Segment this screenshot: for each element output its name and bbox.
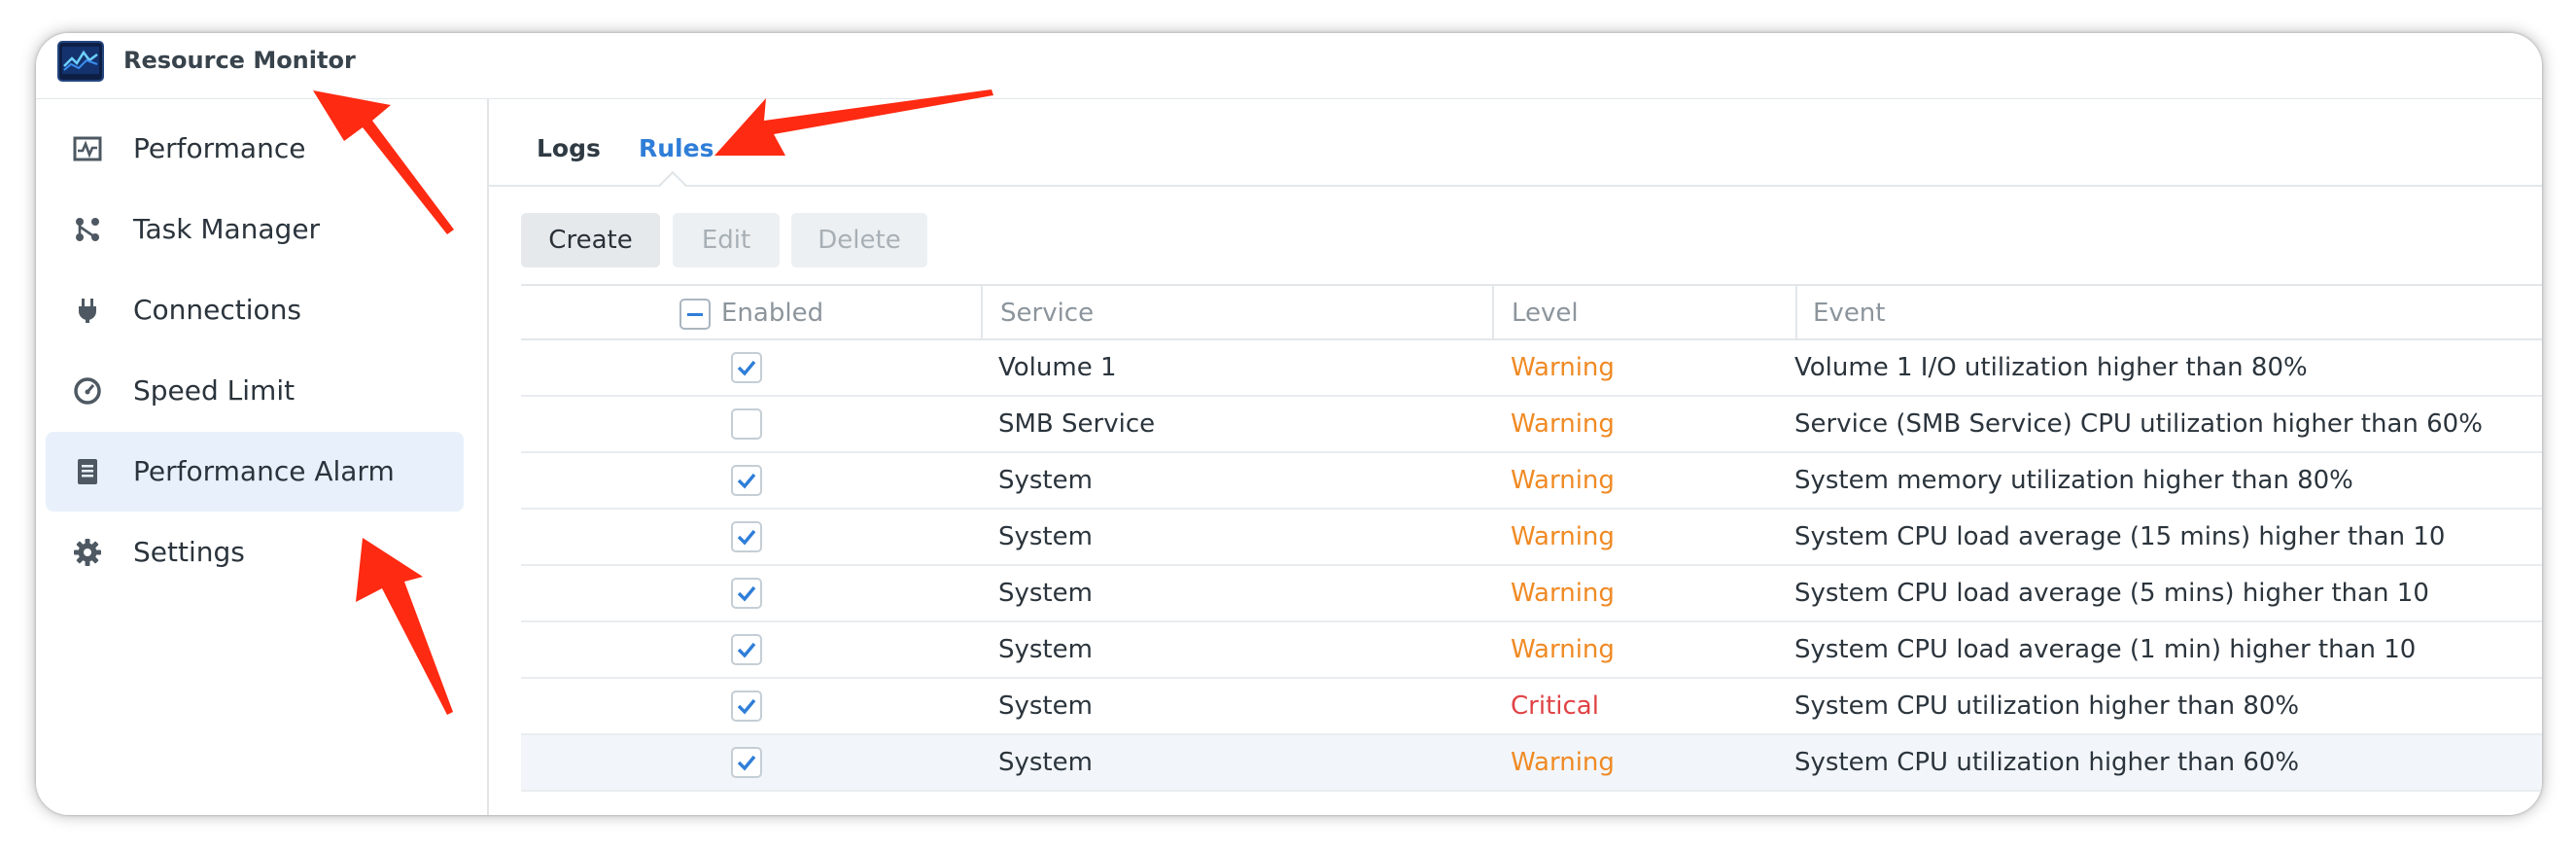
level-cell: Critical: [1511, 691, 1599, 721]
sidebar-item-label: Connections: [133, 294, 302, 326]
sidebar-item-performance-alarm[interactable]: Performance Alarm: [46, 432, 464, 512]
column-header-level[interactable]: Level: [1492, 286, 1795, 340]
level-cell: Warning: [1511, 635, 1615, 664]
level-cell: Warning: [1511, 466, 1615, 495]
event-cell: Volume 1 I/O utilization higher than 80%: [1794, 353, 2308, 382]
enabled-cell: [521, 453, 981, 508]
sidebar-item-task-manager[interactable]: Task Manager: [46, 190, 464, 269]
sidebar-item-connections[interactable]: Connections: [46, 270, 464, 350]
plug-icon: [79, 299, 96, 323]
level-cell: Warning: [1511, 409, 1615, 439]
enabled-cell: [521, 622, 981, 677]
main-content: Logs Rules Create Edit Delete Enabled Se…: [489, 99, 2542, 815]
enabled-cell: [521, 340, 981, 395]
enabled-checkbox[interactable]: [731, 465, 762, 496]
service-cell: SMB Service: [998, 409, 1156, 439]
app-window: Resource Monitor Performance Task Manage…: [36, 33, 2542, 815]
task-manager-icon: [76, 218, 99, 241]
service-cell: System: [998, 522, 1093, 551]
event-cell: System CPU load average (15 mins) higher…: [1794, 522, 2446, 551]
enabled-cell: [521, 510, 981, 564]
table-row[interactable]: System Critical System CPU utilization h…: [521, 679, 2542, 735]
table-row[interactable]: System Warning System CPU load average (…: [521, 622, 2542, 679]
service-cell: System: [998, 691, 1093, 721]
level-cell: Warning: [1511, 522, 1615, 551]
app-title: Resource Monitor: [123, 47, 356, 74]
enabled-checkbox[interactable]: [731, 691, 762, 722]
sidebar-item-speed-limit[interactable]: Speed Limit: [46, 351, 464, 431]
column-header-enabled[interactable]: Enabled: [521, 286, 981, 340]
tab-bar: Logs Rules: [489, 99, 2542, 199]
level-cell: Warning: [1511, 353, 1615, 382]
table-row[interactable]: SMB Service Warning Service (SMB Service…: [521, 397, 2542, 453]
enabled-cell: [521, 397, 981, 451]
event-cell: System CPU load average (1 min) higher t…: [1794, 635, 2417, 664]
gear-icon: [74, 539, 101, 566]
table-header: Enabled Service Level Event: [521, 284, 2542, 340]
rules-table: Enabled Service Level Event Volume 1 War…: [521, 284, 2542, 792]
service-cell: System: [998, 748, 1093, 777]
sidebar-item-label: Settings: [133, 536, 245, 568]
table-row[interactable]: System Warning System CPU utilization hi…: [521, 735, 2542, 792]
delete-button[interactable]: Delete: [791, 213, 927, 267]
speedometer-icon: [74, 377, 101, 405]
create-button[interactable]: Create: [521, 213, 660, 267]
event-cell: Service (SMB Service) CPU utilization hi…: [1794, 409, 2483, 439]
level-cell: Warning: [1511, 579, 1615, 608]
sidebar-item-label: Task Manager: [133, 213, 321, 245]
enabled-checkbox[interactable]: [731, 578, 762, 609]
enabled-checkbox[interactable]: [731, 747, 762, 778]
alarm-document-icon: [78, 459, 97, 484]
service-cell: System: [998, 579, 1093, 608]
event-cell: System CPU load average (5 mins) higher …: [1794, 579, 2429, 608]
sidebar: Performance Task Manager Connections Spe…: [36, 99, 489, 815]
column-header-service[interactable]: Service: [981, 286, 1492, 340]
title-bar: Resource Monitor: [36, 33, 2542, 99]
edit-button[interactable]: Edit: [673, 213, 780, 267]
active-tab-indicator: [658, 170, 687, 199]
tab-rules[interactable]: Rules: [639, 134, 714, 162]
enabled-checkbox[interactable]: [731, 352, 762, 383]
enabled-checkbox[interactable]: [731, 521, 762, 552]
table-row[interactable]: Volume 1 Warning Volume 1 I/O utilizatio…: [521, 340, 2542, 397]
enabled-checkbox[interactable]: [731, 408, 762, 440]
event-cell: System memory utilization higher than 80…: [1794, 466, 2353, 495]
column-header-label: Enabled: [721, 299, 824, 328]
table-row[interactable]: System Warning System CPU load average (…: [521, 566, 2542, 622]
sidebar-item-label: Performance: [133, 132, 306, 164]
service-cell: Volume 1: [998, 353, 1117, 382]
service-cell: System: [998, 635, 1093, 664]
event-cell: System CPU utilization higher than 60%: [1794, 748, 2300, 777]
service-cell: System: [998, 466, 1093, 495]
enabled-cell: [521, 566, 981, 620]
select-all-checkbox[interactable]: [679, 299, 711, 330]
sidebar-item-label: Performance Alarm: [133, 455, 395, 487]
enabled-checkbox[interactable]: [731, 634, 762, 665]
table-row[interactable]: System Warning System CPU load average (…: [521, 510, 2542, 566]
resource-monitor-icon: [57, 41, 104, 82]
table-row[interactable]: System Warning System memory utilization…: [521, 453, 2542, 510]
sidebar-item-label: Speed Limit: [133, 374, 296, 407]
sidebar-item-settings[interactable]: Settings: [46, 513, 464, 592]
event-cell: System CPU utilization higher than 80%: [1794, 691, 2300, 721]
sidebar-item-performance[interactable]: Performance: [46, 109, 464, 189]
level-cell: Warning: [1511, 748, 1615, 777]
enabled-cell: [521, 679, 981, 733]
performance-chart-icon: [73, 136, 102, 161]
tab-logs[interactable]: Logs: [537, 134, 601, 162]
column-header-event[interactable]: Event: [1795, 286, 2542, 340]
enabled-cell: [521, 735, 981, 790]
